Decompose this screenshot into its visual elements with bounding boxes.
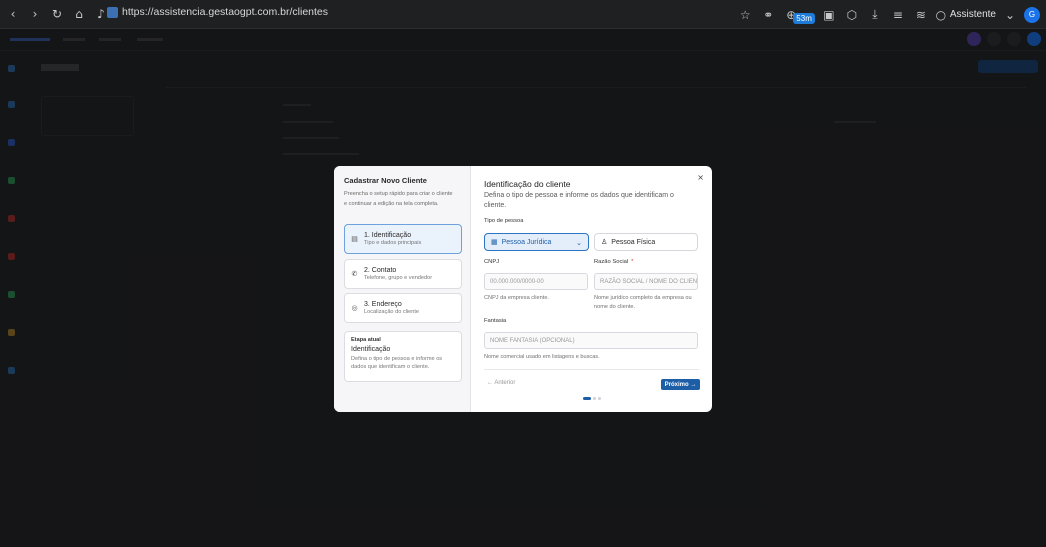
star-icon[interactable]: ☆ bbox=[736, 6, 754, 24]
step-identificacao[interactable]: ▤ 1. Identificação Tipo e dados principa… bbox=[344, 224, 462, 254]
wizard-description: Preencha o setup rápido para criar o cli… bbox=[344, 191, 453, 207]
forward-icon[interactable]: › bbox=[26, 5, 44, 23]
pessoa-juridica-toggle[interactable]: ▦ Pessoa Jurídica ⌄ bbox=[484, 233, 589, 251]
footer-divider bbox=[484, 369, 699, 370]
link-icon[interactable]: ⚭ bbox=[759, 6, 777, 24]
razao-social-input[interactable]: RAZÃO SOCIAL / NOME DO CLIENTE bbox=[594, 273, 698, 290]
razao-social-label-wrap: Razão Social * bbox=[594, 259, 633, 265]
new-client-modal: Cadastrar Novo Cliente Preencha o setup … bbox=[334, 166, 712, 412]
close-icon[interactable]: × bbox=[697, 173, 704, 182]
assistant-label: Assistente bbox=[949, 9, 996, 20]
form-description: Defina o tipo de pessoa e informe os dad… bbox=[484, 192, 674, 209]
step-contato[interactable]: ✆ 2. Contato Telefone, grupo e vendedor bbox=[344, 259, 462, 289]
wizard-sidebar: Cadastrar Novo Cliente Preencha o setup … bbox=[334, 166, 471, 412]
person-type-label: Tipo de pessoa bbox=[484, 218, 524, 224]
site-icon bbox=[107, 6, 118, 18]
step-label: 1. Identificação bbox=[364, 232, 412, 239]
progress-dot bbox=[598, 397, 601, 400]
cnpj-input[interactable]: 00.000.000/0000-00 bbox=[484, 273, 588, 290]
step-sublabel: Localização do cliente bbox=[364, 309, 420, 315]
pessoa-juridica-label: Pessoa Jurídica bbox=[501, 238, 552, 246]
assistant-button[interactable]: ○ Assistente bbox=[935, 6, 996, 24]
step-sublabel: Telefone, grupo e vendedor bbox=[364, 275, 433, 281]
browser-toolbar: ‹ › ↻ ⌂ ♪ https://assistencia.gestaogpt.… bbox=[0, 0, 1046, 29]
wizard-title: Cadastrar Novo Cliente bbox=[344, 176, 427, 185]
step-label: 3. Endereço bbox=[364, 301, 402, 308]
pessoa-fisica-toggle[interactable]: ♙ Pessoa Física bbox=[594, 233, 698, 251]
building-icon: ▦ bbox=[491, 238, 498, 246]
current-stage-description: Defina o tipo de pessoa e informe os dad… bbox=[351, 356, 443, 370]
step-endereco[interactable]: ◎ 3. Endereço Localização do cliente bbox=[344, 293, 462, 323]
progress-dot-active bbox=[583, 397, 591, 400]
address-bar[interactable]: https://assistencia.gestaogpt.com.br/cli… bbox=[107, 6, 328, 18]
address-text[interactable]: https://assistencia.gestaogpt.com.br/cli… bbox=[122, 6, 328, 18]
wizard-main: × Identificação do cliente Defina o tipo… bbox=[472, 166, 712, 412]
fantasia-help: Nome comercial usado em listagens e busc… bbox=[484, 354, 600, 360]
menu-lines-icon[interactable]: ≡ bbox=[889, 6, 907, 24]
reload-icon[interactable]: ↻ bbox=[48, 5, 66, 23]
chevron-down-icon[interactable]: ⌄ bbox=[1001, 6, 1019, 24]
audio-wave-icon[interactable]: ≋ bbox=[912, 6, 930, 24]
form-title: Identificação do cliente bbox=[484, 179, 571, 189]
progress-dot bbox=[593, 397, 596, 400]
home-icon[interactable]: ⌂ bbox=[70, 5, 88, 23]
cnpj-help: CNPJ da empresa cliente. bbox=[484, 295, 549, 301]
download-icon[interactable]: ⤓ bbox=[866, 6, 884, 24]
extension-icon[interactable]: ⬡ bbox=[843, 6, 861, 24]
current-stage-heading: Etapa atual bbox=[351, 337, 381, 343]
step-label: 2. Contato bbox=[364, 267, 397, 274]
previous-button[interactable]: ← Anterior bbox=[487, 380, 515, 386]
required-mark: * bbox=[631, 259, 634, 265]
next-button[interactable]: Próximo → bbox=[661, 379, 700, 390]
chat-bubble-icon: ○ bbox=[935, 7, 947, 22]
back-icon[interactable]: ‹ bbox=[4, 5, 22, 23]
document-icon: ▤ bbox=[351, 235, 358, 243]
cnpj-label: CNPJ bbox=[484, 259, 500, 265]
current-stage-card: Etapa atual Identificação Defina o tipo … bbox=[344, 331, 462, 382]
fantasia-label: Fantasia bbox=[484, 318, 507, 324]
pessoa-fisica-label: Pessoa Física bbox=[611, 238, 656, 246]
fantasia-input[interactable]: NOME FANTASIA (OPCIONAL) bbox=[484, 332, 698, 349]
camera-icon[interactable]: ▣ bbox=[820, 6, 838, 24]
current-stage-name: Identificação bbox=[351, 346, 391, 353]
chevron-down-icon: ⌄ bbox=[576, 239, 582, 247]
timer-badge[interactable]: 53m bbox=[793, 13, 815, 24]
user-icon: ♙ bbox=[601, 238, 608, 246]
razao-social-help: Nome jurídico completo da empresa ou nom… bbox=[594, 295, 692, 310]
razao-social-label: Razão Social bbox=[594, 259, 629, 265]
profile-avatar[interactable]: G bbox=[1024, 6, 1040, 23]
phone-icon: ✆ bbox=[351, 270, 358, 278]
step-sublabel: Tipo e dados principais bbox=[364, 240, 422, 246]
location-pin-icon: ◎ bbox=[351, 304, 358, 312]
